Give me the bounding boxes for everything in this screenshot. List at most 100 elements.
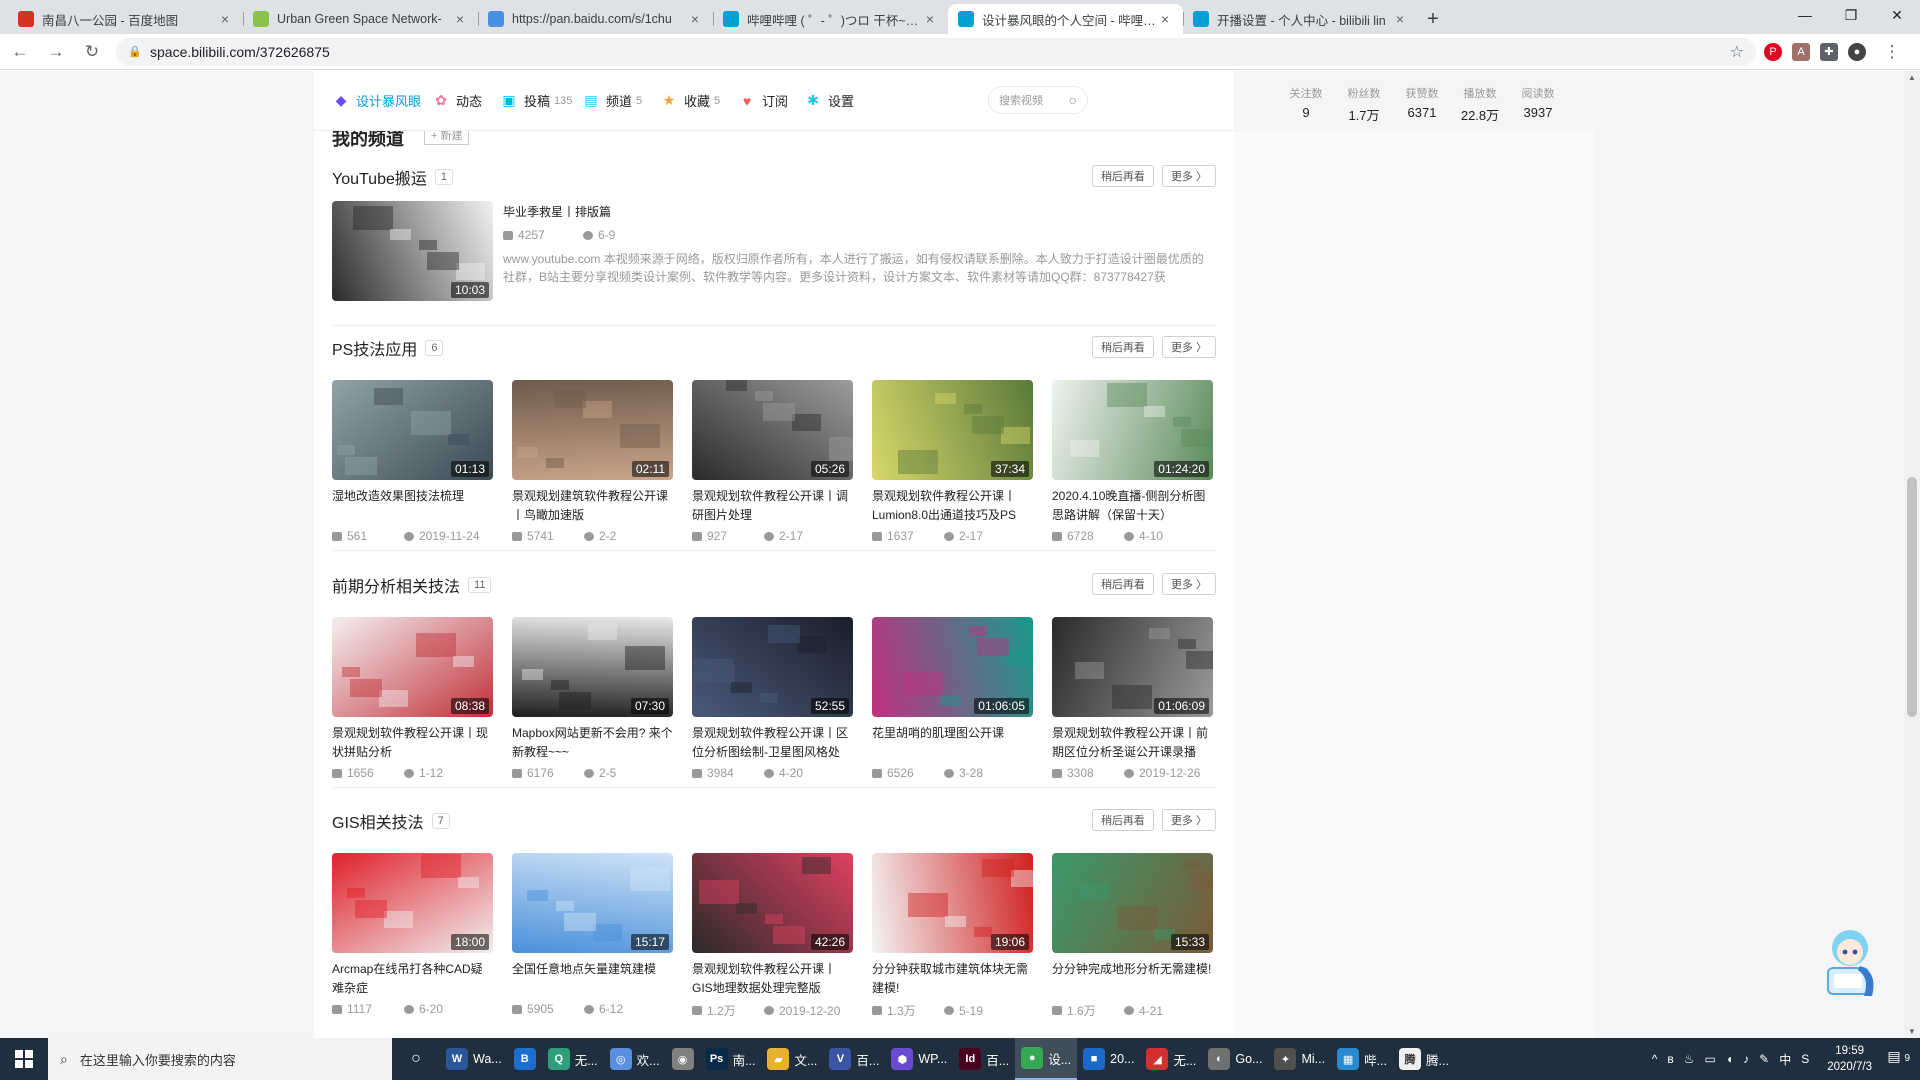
url-text[interactable]: space.bilibili.com/372626875 [150,44,1730,60]
video-thumbnail[interactable]: 15:33 [1052,853,1213,953]
browser-tab[interactable]: 南昌八一公园 - 百度地图 × [8,4,243,34]
stat-item[interactable]: 关注数 9 [1286,85,1326,124]
taskbar-app[interactable]: V 百... [823,1038,885,1080]
video-card[interactable]: 42:26 景观规划软件教程公开课丨GIS地理数据处理完整版 1.2万 2019-12… [692,853,853,1019]
taskbar-app[interactable]: ● 设... [1015,1038,1078,1080]
video-card[interactable]: 01:13 湿地改造效果图技法梳理 561 2019-11-24 [332,380,493,543]
section-title[interactable]: PS技法应用 [332,336,417,360]
taskbar-app[interactable]: ▰ 文... [761,1038,823,1080]
taskbar-app[interactable]: W Wa... [440,1038,508,1080]
video-card[interactable]: 15:17 全国任意地点矢量建筑建模 5905 6-12 [512,853,673,1019]
video-search-input[interactable]: 搜索视频 ○ [988,86,1088,114]
close-window-button[interactable]: ✕ [1874,0,1920,30]
tray-icon[interactable]: ◖ [1726,1052,1733,1066]
video-title[interactable]: 景观规划软件教程公开课丨区位分析图绘制-卫星图风格处 [692,724,853,762]
video-thumbnail[interactable]: 08:38 [332,617,493,717]
video-thumbnail[interactable]: 01:24:20 [1052,380,1213,480]
tray-icon[interactable]: ▭ [1705,1052,1716,1066]
video-thumbnail[interactable]: 01:13 [332,380,493,480]
tray-icon[interactable]: ✎ [1759,1052,1769,1066]
minimize-button[interactable]: — [1782,0,1828,30]
video-card[interactable]: 18:00 Arcmap在线吊打各种CAD疑难杂症 1117 6-20 [332,853,493,1019]
tray-icon[interactable]: S [1801,1052,1809,1066]
tab-close-icon[interactable]: × [452,11,468,27]
extensions-puzzle-icon[interactable]: ✚ [1820,42,1838,61]
taskbar-app[interactable]: 腾腾... [1393,1038,1455,1080]
notification-center-icon[interactable]: ▤ 9 [1887,1048,1910,1065]
video-thumbnail[interactable]: 10:03 [332,201,493,301]
taskbar-app[interactable]: ✦ Mi... [1268,1038,1331,1080]
video-title[interactable]: 湿地改造效果图技法梳理 [332,487,493,525]
video-title[interactable]: 2020.4.10晚直播-侧剖分析图思路讲解（保留十天） [1052,487,1213,525]
taskbar-app[interactable]: ⬢ WP... [885,1038,953,1080]
taskbar-app[interactable]: ◉ [666,1038,700,1080]
video-card[interactable]: 01:24:20 2020.4.10晚直播-侧剖分析图思路讲解（保留十天） 6728… [1052,380,1213,543]
video-title[interactable]: 毕业季救星丨排版篇 [503,203,1215,220]
video-thumbnail[interactable]: 42:26 [692,853,853,953]
video-thumbnail[interactable]: 37:34 [872,380,1033,480]
bookmark-star-icon[interactable]: ☆ [1730,42,1744,62]
clock[interactable]: 19:59 2020/7/3 [1827,1043,1872,1075]
tab-close-icon[interactable]: × [687,11,703,27]
watch-later-button[interactable]: 稍后再看 [1091,573,1154,595]
taskbar-app[interactable]: Ps 南... [700,1038,762,1080]
tray-icon[interactable]: ♪ [1743,1052,1749,1066]
page-scrollbar[interactable]: ▲ ▼ [1904,71,1920,1038]
video-card[interactable]: 15:33 分分钟完成地形分析无需建模! 1.6万 4-21 [1052,853,1213,1019]
video-title[interactable]: 景观规划软件教程公开课丨调研图片处理 [692,487,853,525]
stat-item[interactable]: 粉丝数 1.7万 [1344,85,1384,124]
scroll-up-arrow[interactable]: ▲ [1904,73,1920,82]
video-title[interactable]: Arcmap在线吊打各种CAD疑难杂症 [332,960,493,998]
video-thumbnail[interactable]: 18:00 [332,853,493,953]
space-nav-dynamic[interactable]: ✿ 动态 [432,91,482,110]
video-thumbnail[interactable]: 19:06 [872,853,1033,953]
featured-video[interactable]: 10:03 毕业季救星丨排版篇 4257 6-9 www.youtube.com 本视频… [332,201,1216,301]
reader-extension-icon[interactable]: A [1792,42,1810,61]
address-bar[interactable]: 🔒 space.bilibili.com/372626875 ☆ [116,37,1756,66]
video-thumbnail[interactable]: 15:17 [512,853,673,953]
tray-icon[interactable]: ♨ [1684,1052,1695,1066]
video-title[interactable]: 景观规划建筑软件教程公开课丨鸟瞰加速版 [512,487,673,525]
more-button[interactable]: 更多 〉 [1161,573,1216,595]
watch-later-button[interactable]: 稍后再看 [1091,165,1154,187]
watch-later-button[interactable]: 稍后再看 [1091,336,1154,358]
browser-tab[interactable]: 哔哩哔哩 ( ゜- ゜)つロ 干杯~-bili × [713,4,948,34]
space-nav-subscribe[interactable]: ♥ 订阅 [738,91,788,110]
tab-close-icon[interactable]: × [922,11,938,27]
video-title[interactable]: 全国任意地点矢量建筑建模 [512,960,673,998]
taskbar-app[interactable]: ▦ 哔... [1331,1038,1393,1080]
video-card[interactable]: 52:55 景观规划软件教程公开课丨区位分析图绘制-卫星图风格处 3984 4-20 [692,617,853,780]
video-thumbnail[interactable]: 01:06:05 [872,617,1033,717]
taskbar-app[interactable]: Q 无... [542,1038,604,1080]
video-thumbnail[interactable]: 01:06:09 [1052,617,1213,717]
taskbar-app[interactable]: ◎ 欢... [604,1038,666,1080]
video-card[interactable]: 02:11 景观规划建筑软件教程公开课丨鸟瞰加速版 5741 2-2 [512,380,673,543]
section-title[interactable]: 前期分析相关技法 [332,573,460,597]
forward-button[interactable]: → [40,36,72,68]
space-nav-favorite[interactable]: ★ 收藏 5 [660,91,720,110]
search-icon[interactable]: ○ [1069,92,1077,108]
taskbar-app[interactable]: B [508,1038,542,1080]
video-title[interactable]: Mapbox网站更新不会用? 来个新教程~~~ [512,724,673,762]
tab-close-icon[interactable]: × [217,11,233,27]
video-thumbnail[interactable]: 05:26 [692,380,853,480]
video-card[interactable]: 07:30 Mapbox网站更新不会用? 来个新教程~~~ 6176 2-5 [512,617,673,780]
scroll-down-arrow[interactable]: ▼ [1904,1027,1920,1036]
profile-avatar[interactable]: ● [1848,42,1866,61]
back-button[interactable]: ← [4,36,36,68]
space-nav-upload[interactable]: ▣ 投稿 135 [500,91,572,110]
video-card[interactable]: 01:06:09 景观规划软件教程公开课丨前期区位分析圣诞公开课录播 3308 201… [1052,617,1213,780]
section-title[interactable]: GIS相关技法 [332,809,424,833]
video-card[interactable]: 19:06 分分钟获取城市建筑体块无需建模! 1.3万 5-19 [872,853,1033,1019]
video-thumbnail[interactable]: 02:11 [512,380,673,480]
start-button[interactable] [0,1038,48,1080]
space-nav-settings[interactable]: ✱ 设置 [804,91,854,110]
more-button[interactable]: 更多 〉 [1161,165,1216,187]
video-card[interactable]: 01:06:05 花里胡哨的肌理图公开课 6526 3-28 [872,617,1033,780]
video-title[interactable]: 分分钟完成地形分析无需建模! [1052,960,1213,998]
section-title[interactable]: YouTube搬运 [332,165,427,189]
taskbar-app[interactable]: ◢ 无... [1140,1038,1202,1080]
video-title[interactable]: 分分钟获取城市建筑体块无需建模! [872,960,1033,998]
more-button[interactable]: 更多 〉 [1161,336,1216,358]
new-channel-button[interactable]: + 新建 [424,131,470,145]
